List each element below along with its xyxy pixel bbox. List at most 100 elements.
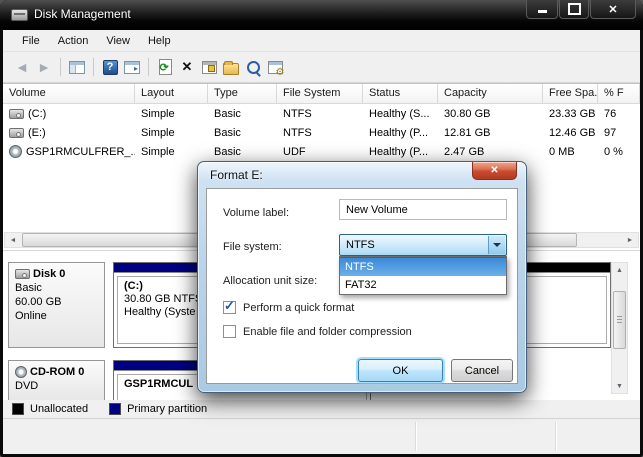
- table-row[interactable]: (E:) Simple Basic NTFS Healthy (P... 12.…: [3, 123, 640, 142]
- title-bar[interactable]: Disk Management: [0, 0, 643, 30]
- scroll-down-icon[interactable]: [612, 379, 627, 393]
- scroll-right-icon[interactable]: [622, 233, 638, 247]
- scroll-up-icon[interactable]: [612, 263, 627, 277]
- window-controls: [525, 0, 636, 19]
- delete-icon[interactable]: [177, 57, 197, 77]
- toolbar-separator: [93, 58, 94, 76]
- volume-layout: Simple: [141, 107, 175, 120]
- volume-label-input[interactable]: [339, 199, 507, 220]
- volume-status: Healthy (S...: [369, 107, 430, 120]
- status-bar-divider: [415, 422, 416, 451]
- file-system-dropdown[interactable]: NTFS: [339, 234, 507, 256]
- disk-name: Disk 0: [33, 268, 66, 280]
- volume-type: Basic: [214, 145, 241, 158]
- volume-label-label: Volume label:: [223, 207, 290, 219]
- menu-help[interactable]: Help: [139, 32, 180, 50]
- cdrom0-label-box[interactable]: CD-ROM 0 DVD: [8, 360, 105, 400]
- allocation-unit-label: Allocation unit size:: [223, 275, 318, 287]
- volume-percent-free: 76: [604, 107, 617, 120]
- maximize-button[interactable]: [559, 0, 589, 19]
- column-header-volume[interactable]: Volume: [3, 84, 135, 104]
- drive-icon: [9, 108, 24, 119]
- find-icon[interactable]: [243, 57, 263, 77]
- file-system-label: File system:: [223, 241, 282, 253]
- disk-management-window: Disk Management File Action View Help Vo…: [0, 0, 643, 457]
- legend-label: Unallocated: [30, 403, 89, 415]
- column-header-file-system[interactable]: File System: [277, 84, 363, 104]
- menu-bar: File Action View Help: [3, 30, 640, 52]
- disk-size: 60.00 GB: [15, 296, 62, 308]
- volume-file-system: NTFS: [283, 107, 312, 120]
- disk0-label-box[interactable]: Disk 0 Basic 60.00 GB Online: [8, 262, 105, 348]
- disk-status: Online: [15, 310, 47, 322]
- menu-view[interactable]: View: [97, 32, 139, 50]
- file-system-options-list: NTFS FAT32: [339, 256, 507, 295]
- volume-file-system: NTFS: [283, 126, 312, 139]
- options-icon[interactable]: [265, 57, 285, 78]
- cdrom-icon: [15, 366, 27, 378]
- vertical-scrollbar-thumb[interactable]: [613, 291, 626, 349]
- file-system-value: NTFS: [346, 239, 375, 251]
- volume-percent-free: 0 %: [604, 145, 623, 158]
- forward-icon[interactable]: [34, 57, 54, 77]
- volume-file-system: UDF: [283, 145, 306, 158]
- quick-format-label: Perform a quick format: [243, 301, 355, 314]
- close-button[interactable]: [590, 0, 636, 19]
- disk-name: CD-ROM 0: [30, 366, 85, 378]
- column-header-percent-free[interactable]: % F: [598, 84, 640, 104]
- quick-format-checkbox[interactable]: ✓: [223, 298, 236, 314]
- help-icon[interactable]: [100, 57, 120, 77]
- unallocated-swatch: [12, 403, 24, 415]
- chevron-down-icon[interactable]: [488, 236, 505, 254]
- column-header-type[interactable]: Type: [208, 84, 277, 104]
- open-icon[interactable]: [221, 57, 241, 77]
- column-header-capacity[interactable]: Capacity: [438, 84, 543, 104]
- compression-checkbox[interactable]: ✓: [223, 325, 236, 338]
- volume-status: Healthy (P...: [369, 145, 429, 158]
- dialog-close-button[interactable]: [472, 162, 517, 180]
- volume-layout: Simple: [141, 126, 175, 139]
- volume-type: Basic: [214, 107, 241, 120]
- option-fat32[interactable]: FAT32: [340, 276, 506, 294]
- show-action-pane-icon[interactable]: [122, 57, 142, 77]
- primary-partition-swatch: [109, 403, 122, 415]
- column-header-layout[interactable]: Layout: [135, 84, 208, 104]
- legend-label: Primary partition: [127, 403, 208, 415]
- menu-file[interactable]: File: [13, 32, 49, 50]
- toolbar-separator: [148, 58, 149, 76]
- menu-action[interactable]: Action: [49, 32, 98, 50]
- properties-icon[interactable]: [199, 57, 219, 77]
- compression-label: Enable file and folder compression: [243, 325, 412, 338]
- minimize-button[interactable]: [526, 0, 558, 19]
- volume-capacity: 30.80 GB: [444, 107, 491, 120]
- volume-capacity: 12.81 GB: [444, 126, 491, 139]
- status-bar: [3, 418, 640, 454]
- compression-row[interactable]: ✓ Enable file and folder compression: [223, 325, 412, 338]
- toolbar: [3, 52, 640, 83]
- back-icon[interactable]: [12, 57, 32, 77]
- volume-status: Healthy (P...: [369, 126, 429, 139]
- legend: Unallocated Primary partition: [3, 400, 640, 418]
- volume-type: Basic: [214, 126, 241, 139]
- ok-button[interactable]: OK: [358, 359, 443, 382]
- vertical-scrollbar[interactable]: [611, 262, 628, 394]
- disk-type: DVD: [15, 380, 39, 392]
- volume-free-space: 0 MB: [549, 145, 575, 158]
- refresh-icon[interactable]: [155, 57, 175, 77]
- volume-name: GSP1RMCULFRER_...: [26, 145, 135, 158]
- disk-icon: [15, 269, 30, 279]
- column-header-free-space[interactable]: Free Spa...: [543, 84, 598, 104]
- volume-layout: Simple: [141, 145, 175, 158]
- app-icon: [11, 9, 28, 21]
- format-dialog: Format E: Volume label: File system: NTF…: [197, 161, 527, 393]
- window-title: Disk Management: [34, 7, 131, 21]
- show-console-tree-icon[interactable]: [67, 57, 87, 77]
- scroll-left-icon[interactable]: [5, 233, 21, 247]
- option-ntfs[interactable]: NTFS: [340, 257, 506, 276]
- table-row[interactable]: GSP1RMCULFRER_... Simple Basic UDF Healt…: [3, 142, 640, 161]
- quick-format-row[interactable]: ✓ Perform a quick format: [223, 298, 355, 314]
- cancel-button[interactable]: Cancel: [451, 359, 513, 382]
- table-row[interactable]: (C:) Simple Basic NTFS Healthy (S... 30.…: [3, 104, 640, 123]
- volume-name: (E:): [28, 126, 46, 139]
- column-header-status[interactable]: Status: [363, 84, 438, 104]
